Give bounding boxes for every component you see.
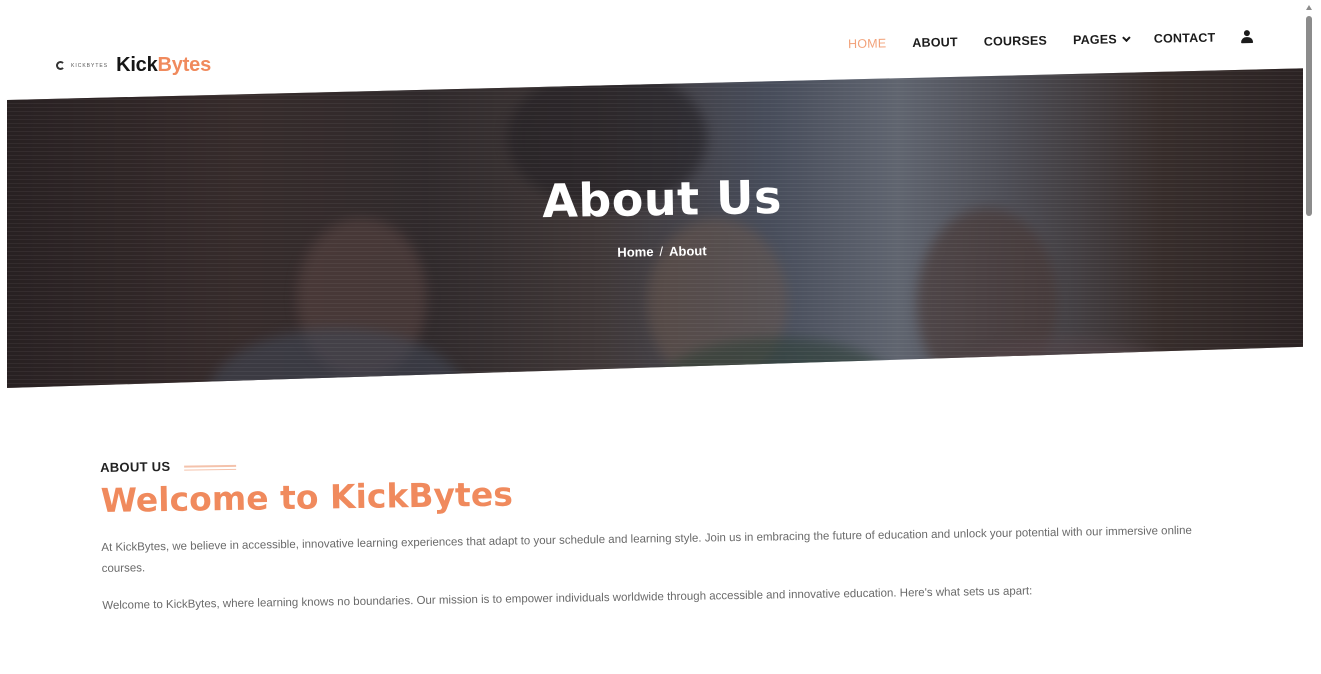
account-button[interactable] bbox=[1241, 30, 1253, 44]
about-section: ABOUT US Welcome to KickBytes At KickByt… bbox=[100, 442, 1242, 617]
brand-logo[interactable]: KICKBYTES KickBytes bbox=[56, 54, 211, 77]
section-kicker-label: ABOUT US bbox=[100, 458, 171, 475]
scroll-up-icon[interactable] bbox=[1306, 5, 1312, 10]
hero-banner: About Us Home / About bbox=[7, 68, 1317, 388]
breadcrumb-separator: / bbox=[659, 243, 664, 260]
nav-about[interactable]: ABOUT bbox=[912, 35, 958, 50]
user-icon bbox=[1241, 30, 1253, 44]
nav-home[interactable]: HOME bbox=[848, 36, 887, 51]
kicker-divider bbox=[184, 464, 237, 468]
brand-name-dark: Kick bbox=[116, 54, 158, 76]
main-nav: HOME ABOUT COURSES PAGES CONTACT bbox=[848, 30, 1254, 51]
nav-pages-label: PAGES bbox=[1072, 32, 1117, 48]
breadcrumb-current: About bbox=[668, 243, 707, 259]
brand-name-accent: Bytes bbox=[157, 54, 212, 76]
page-scrollbar[interactable] bbox=[1303, 0, 1321, 674]
nav-courses[interactable]: COURSES bbox=[983, 34, 1046, 49]
about-paragraph-2: Welcome to KickBytes, where learning kno… bbox=[102, 585, 1033, 612]
nav-contact[interactable]: CONTACT bbox=[1153, 31, 1215, 46]
logo-tagline: KICKBYTES bbox=[71, 62, 109, 69]
site-header: KICKBYTES KickBytes HOME ABOUT COURSES P… bbox=[0, 0, 1321, 80]
scrollbar-thumb[interactable] bbox=[1306, 16, 1312, 216]
breadcrumb-home[interactable]: Home bbox=[617, 244, 653, 260]
about-paragraph-1: At KickBytes, we believe in accessible, … bbox=[101, 524, 1192, 575]
chevron-down-icon bbox=[1121, 33, 1131, 43]
logo-icon bbox=[56, 61, 65, 70]
nav-pages[interactable]: PAGES bbox=[1072, 32, 1131, 48]
brand-name: KickBytes bbox=[116, 54, 211, 77]
